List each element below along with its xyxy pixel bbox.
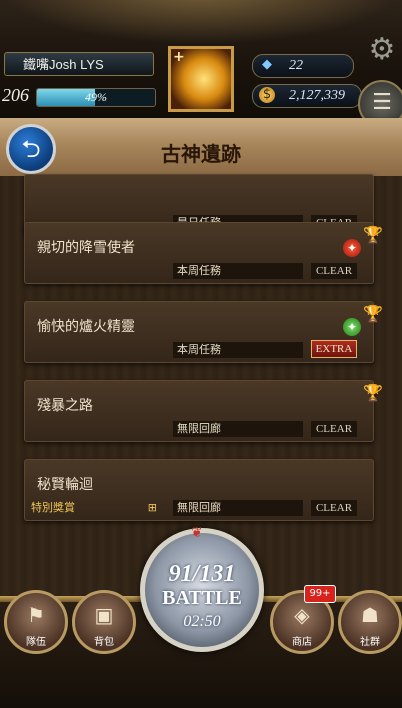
shop-badge: 99+: [304, 585, 336, 603]
page-title: 古神遺跡: [161, 142, 241, 166]
special-reward-label: 特別獎賞: [31, 501, 75, 514]
nav-community-button[interactable]: ☗ 社群: [338, 590, 402, 654]
menu-icon: ☰: [372, 90, 392, 115]
quest-card[interactable]: 殘暴之路 🏆 無限回廊 CLEAR: [24, 380, 383, 442]
trophy-icon: 🏆: [363, 225, 383, 244]
nav-label: 社群: [360, 637, 380, 648]
clear-button[interactable]: CLEAR: [311, 263, 357, 279]
quest-category: 本周任務: [173, 342, 303, 358]
nav-label: 商店: [292, 637, 312, 648]
quest-title: 秘賢輪迴: [37, 477, 93, 493]
treasure-icon: ◈: [294, 603, 310, 627]
community-icon: ☗: [361, 603, 379, 627]
gold-count: 2,127,339: [289, 88, 345, 103]
battle-stamina: 91/131: [168, 561, 236, 587]
holly-icon: ❦: [191, 525, 203, 541]
quest-category: 無限回廊: [173, 500, 303, 516]
quest-card[interactable]: 愉快的爐火精靈 ✦ 🏆 本周任務 EXTRA: [24, 301, 383, 363]
quest-category: 無限回廊: [173, 421, 303, 437]
trophy-icon: 🏆: [363, 304, 383, 323]
exp-bar: 49%: [36, 88, 156, 107]
nav-team-button[interactable]: ⚑ 隊伍: [4, 590, 68, 654]
quest-title: 愉快的爐火精靈: [37, 319, 135, 335]
top-ornament: [0, 0, 402, 44]
quest-card[interactable]: 秘賢輪迴 特別獎賞 ⊞ 無限回廊 CLEAR: [24, 459, 374, 521]
crystal-icon: ◆: [262, 57, 272, 72]
quest-title: 親切的降雪使者: [37, 240, 135, 256]
quest-card[interactable]: 親切的降雪使者 ✦ 🏆 本周任務 CLEAR: [24, 222, 383, 284]
clear-button[interactable]: CLEAR: [311, 421, 357, 437]
battle-timer: 02:50: [183, 613, 221, 630]
gem-count: 22: [289, 58, 303, 73]
trophy-icon: 🏆: [363, 383, 383, 402]
exp-percent: 49%: [85, 90, 107, 104]
nav-label: 隊伍: [26, 637, 46, 648]
gold-counter[interactable]: $ 2,127,339: [252, 84, 362, 108]
gear-icon[interactable]: ⚙: [362, 30, 402, 70]
chest-icon: ▣: [94, 603, 114, 627]
banner-icon: ⚑: [27, 603, 45, 627]
gift-icon: ⊞: [147, 501, 157, 514]
battle-button[interactable]: ❦ 91/131 BATTLE 02:50: [140, 525, 264, 652]
battle-label: BATTLE: [162, 587, 242, 609]
nav-bag-button[interactable]: ▣ 背包: [72, 590, 136, 654]
nav-label: 背包: [94, 637, 114, 648]
gem-counter[interactable]: ◆ 22: [252, 54, 354, 78]
extra-button[interactable]: EXTRA: [311, 340, 357, 358]
leaf-status-icon: ✦: [343, 318, 361, 336]
coin-icon: $: [259, 87, 275, 103]
special-reward-tag: 特別獎賞 ⊞: [31, 500, 161, 516]
player-name[interactable]: 鐵嘴Josh LYS: [4, 52, 154, 76]
quest-title: 殘暴之路: [37, 398, 93, 414]
player-avatar[interactable]: +: [168, 46, 234, 112]
flame-status-icon: ✦: [343, 239, 361, 257]
plus-icon: +: [173, 49, 185, 65]
player-level: 206: [2, 85, 29, 105]
quest-category: 本周任務: [173, 263, 303, 279]
clear-button[interactable]: CLEAR: [311, 500, 357, 516]
